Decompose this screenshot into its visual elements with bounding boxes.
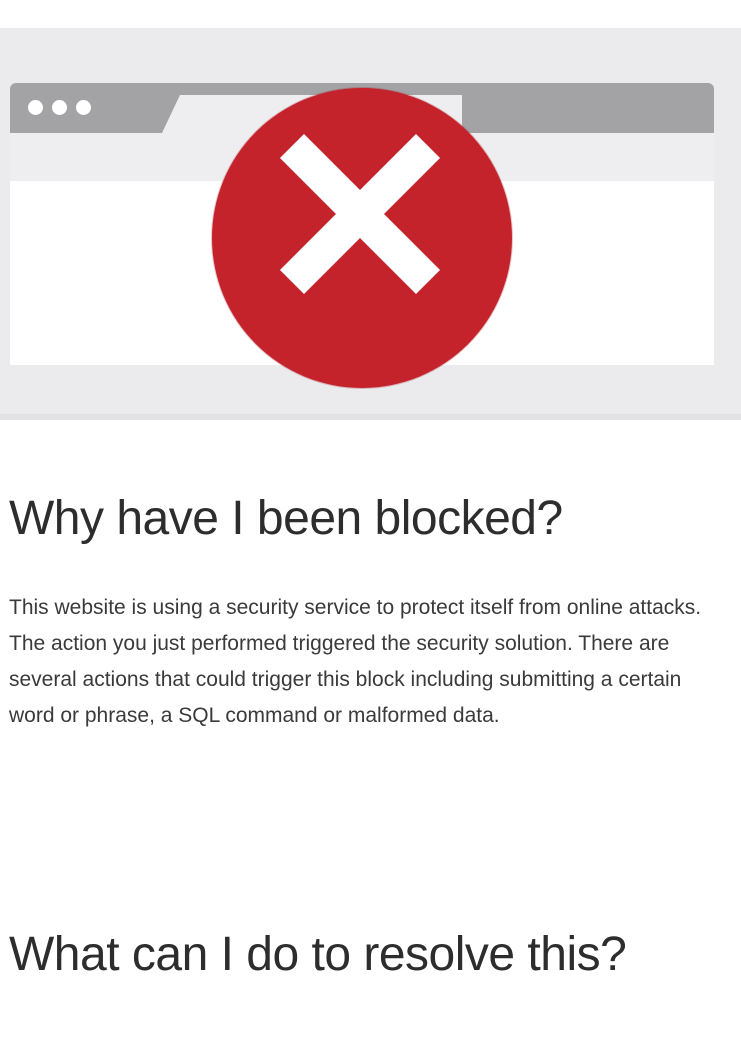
heading-why-blocked: Why have I been blocked? bbox=[9, 492, 563, 545]
blocked-illustration bbox=[0, 28, 741, 420]
error-x-icon bbox=[212, 88, 512, 388]
x-mark-icon bbox=[279, 133, 441, 295]
window-dot-icon bbox=[28, 100, 43, 115]
top-margin bbox=[0, 0, 741, 28]
blocked-page: Why have I been blocked? This website is… bbox=[0, 0, 741, 1057]
window-controls-icon bbox=[28, 100, 91, 115]
block-explanation-text: This website is using a security service… bbox=[9, 596, 702, 727]
heading-resolve: What can I do to resolve this? bbox=[9, 928, 627, 981]
window-dot-icon bbox=[52, 100, 67, 115]
window-dot-icon bbox=[76, 100, 91, 115]
